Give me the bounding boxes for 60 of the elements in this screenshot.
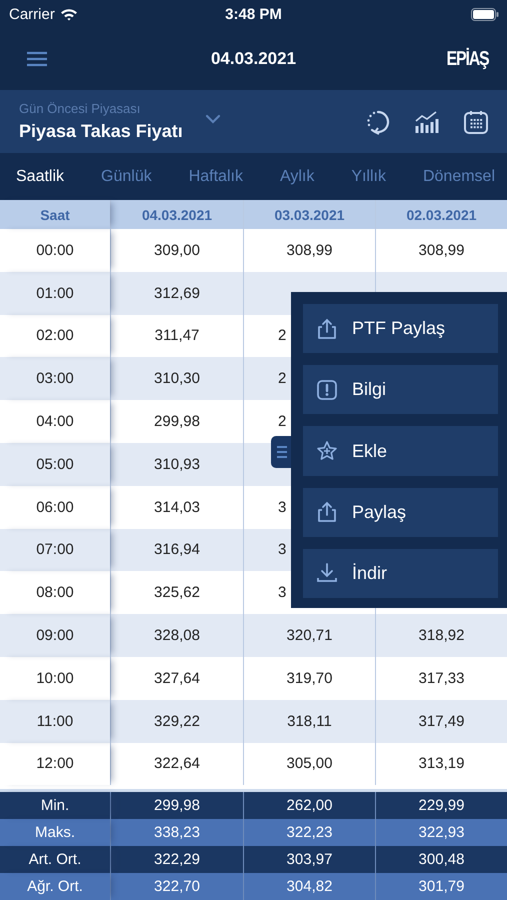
status-time: 3:48 PM	[225, 6, 282, 22]
menu-item[interactable]: PTF Paylaş	[303, 304, 498, 354]
hour-cell: 03:00	[0, 357, 110, 400]
menu-item[interactable]: İndir	[303, 548, 498, 598]
period-tab[interactable]: Saatlik	[14, 164, 66, 190]
hour-cell: 11:00	[0, 700, 110, 743]
hour-cell: 06:00	[0, 486, 110, 529]
hour-cell: 09:00	[0, 614, 110, 657]
refresh-icon[interactable]	[365, 108, 391, 134]
price-cell: 2	[278, 370, 286, 388]
summary-cell: 301,79	[375, 873, 507, 900]
price-cell: 322,64	[110, 742, 243, 786]
hour-cell: 00:00	[0, 229, 110, 272]
summary-cell: 304,82	[243, 873, 375, 900]
menu-item[interactable]: Bilgi	[303, 365, 498, 414]
column-header: Saat	[0, 200, 110, 229]
summary-label: Art. Ort.	[0, 846, 110, 873]
price-cell: 2	[278, 327, 286, 344]
battery-icon	[471, 8, 499, 20]
summary-label: Ağr. Ort.	[0, 873, 110, 900]
summary-label: Maks.	[0, 819, 110, 846]
star-plus-icon	[316, 440, 338, 462]
period-tab[interactable]: Dönemsel	[420, 164, 497, 190]
price-cell: 313,19	[375, 742, 507, 786]
hour-cell: 05:00	[0, 442, 110, 486]
period-tab[interactable]: Haftalık	[186, 164, 245, 190]
price-cell: 305,00	[243, 742, 375, 786]
menu-item[interactable]: Ekle	[303, 426, 498, 476]
menu-item[interactable]: Paylaş	[303, 488, 498, 537]
hour-cell: 07:00	[0, 528, 110, 572]
market-title[interactable]: Piyasa Takas Fiyatı	[19, 121, 183, 142]
period-tab[interactable]: Günlük	[99, 164, 154, 190]
download-icon	[316, 562, 338, 584]
summary-label: Min.	[0, 792, 110, 819]
share-icon	[316, 318, 338, 340]
summary-cell: 322,70	[110, 873, 243, 900]
hour-cell: 10:00	[0, 656, 110, 700]
calendar-icon[interactable]	[463, 108, 489, 134]
wifi-icon	[60, 8, 78, 20]
hour-cell: 01:00	[0, 272, 110, 315]
hour-cell: 08:00	[0, 571, 110, 614]
date-title: 04.03.2021	[210, 49, 296, 69]
carrier-label: Carrier	[9, 6, 55, 22]
share-icon	[316, 501, 338, 524]
chart-icon[interactable]	[414, 110, 440, 134]
price-cell: 3	[278, 584, 286, 602]
period-tab[interactable]: Aylık	[278, 164, 316, 190]
hour-cell: 02:00	[0, 314, 110, 358]
price-cell: 3	[278, 541, 286, 558]
menu-handle[interactable]	[271, 436, 293, 468]
chevron-down-icon[interactable]	[204, 114, 221, 124]
period-tab[interactable]: Yıllık	[349, 164, 388, 190]
hour-cell: 12:00	[0, 742, 110, 786]
logo: EPİAŞ	[446, 48, 489, 70]
hour-cell: 04:00	[0, 400, 110, 443]
price-cell: 2	[278, 413, 286, 430]
info-icon	[316, 378, 338, 401]
price-cell: 3	[278, 498, 286, 516]
menu-button[interactable]	[26, 51, 48, 67]
market-category: Gün Öncesi Piyasası	[19, 101, 142, 116]
